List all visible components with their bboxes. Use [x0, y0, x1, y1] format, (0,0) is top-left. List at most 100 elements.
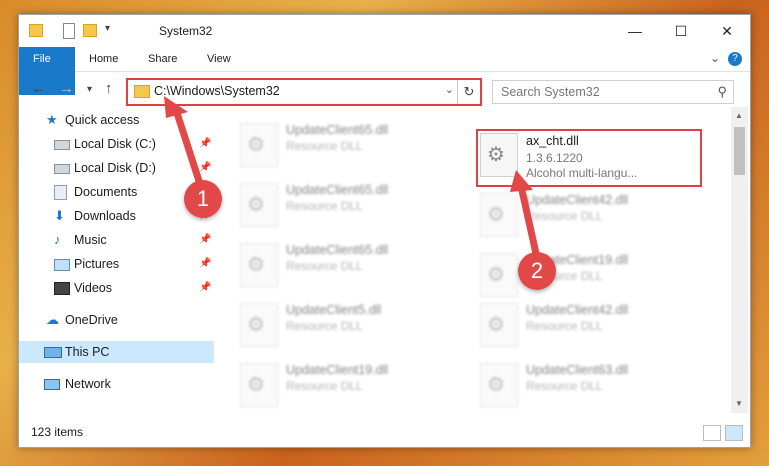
sidebar-item-label: Documents [74, 185, 138, 199]
sidebar-item-label: OneDrive [65, 313, 118, 327]
navigation-pane: ★ Quick access Local Disk (C:) 📌 Local D… [19, 107, 214, 409]
file-name: UpdateClient19.dll [286, 363, 389, 377]
star-icon: ★ [46, 112, 58, 127]
sidebar-item-network[interactable]: Network [19, 373, 214, 395]
folder-icon [29, 24, 43, 37]
file-item[interactable]: UpdateClient42.dll Resource DLL [480, 301, 700, 349]
address-bar[interactable]: C:\Windows\System32 ⌄ ↻ [126, 78, 482, 106]
pin-icon: 📌 [199, 138, 212, 149]
sidebar-item-label: Downloads [74, 209, 136, 223]
sidebar-item-label: Local Disk (D:) [74, 161, 156, 175]
scrollbar-thumb[interactable] [734, 127, 745, 175]
tab-home[interactable]: Home [75, 47, 132, 71]
file-item[interactable]: UpdateClient19.dll Resource DLL [240, 361, 460, 409]
sidebar-item-local-disk-c[interactable]: Local Disk (C:) 📌 [19, 133, 214, 155]
sidebar-item-label: Music [74, 233, 107, 247]
sidebar-item-local-disk-d[interactable]: Local Disk (D:) 📌 [19, 157, 214, 179]
file-item[interactable]: UpdateClient65.dll Resource DLL [240, 241, 460, 289]
sidebar-item-onedrive[interactable]: ☁ OneDrive [19, 309, 214, 331]
sidebar-item-label: Local Disk (C:) [74, 137, 156, 151]
file-type: Resource DLL [286, 319, 363, 333]
music-icon: ♪ [54, 232, 61, 247]
forward-arrow-icon[interactable]: → [59, 80, 74, 97]
explorer-window: ▾ System32 — ☐ ✕ File Home Share View ⌄ … [18, 14, 751, 448]
navigation-bar: ← → ▾ ↑ C:\Windows\System32 ⌄ ↻ ⚲ [19, 72, 750, 106]
file-type: Resource DLL [526, 379, 603, 393]
address-path[interactable]: C:\Windows\System32 [154, 84, 280, 98]
selected-file-highlight [476, 129, 702, 187]
search-input[interactable] [499, 84, 703, 100]
file-list: UpdateClient65.dll Resource DLL UpdateCl… [224, 107, 730, 407]
videos-icon [54, 282, 70, 295]
refresh-icon[interactable]: ↻ [457, 80, 480, 104]
vertical-scrollbar[interactable]: ▲ ▼ [731, 107, 748, 413]
pin-icon: 📌 [199, 162, 212, 173]
file-name: UpdateClient42.dll [526, 303, 629, 317]
sidebar-item-label: Network [65, 377, 111, 391]
address-dropdown-icon[interactable]: ⌄ [445, 83, 454, 96]
file-item[interactable]: UpdateClient65.dll Resource DLL [240, 121, 460, 169]
computer-icon [44, 347, 62, 358]
file-name: UpdateClient42.dll [526, 193, 629, 207]
file-type: Resource DLL [526, 319, 603, 333]
dll-file-icon [240, 303, 278, 347]
pictures-icon [54, 259, 70, 271]
scroll-up-icon[interactable]: ▲ [735, 111, 743, 120]
search-icon[interactable]: ⚲ [717, 84, 727, 100]
search-box[interactable]: ⚲ [492, 80, 734, 104]
tab-share[interactable]: Share [134, 47, 191, 71]
file-name: UpdateClient5.dll [286, 303, 382, 317]
sidebar-item-music[interactable]: ♪ Music 📌 [19, 229, 214, 251]
dll-file-icon [240, 243, 278, 287]
new-folder-icon[interactable] [83, 24, 97, 37]
drive-icon [54, 164, 70, 174]
close-button[interactable]: ✕ [704, 15, 750, 47]
dll-file-icon [480, 303, 518, 347]
sidebar-item-label: This PC [65, 345, 110, 359]
dll-file-icon [240, 183, 278, 227]
dll-file-icon [240, 363, 278, 407]
dll-file-icon [480, 253, 518, 297]
documents-icon [54, 185, 67, 200]
sidebar-item-quick-access[interactable]: ★ Quick access [19, 109, 214, 131]
item-count: 123 items [31, 425, 84, 439]
file-item[interactable]: UpdateClient19.dll Resource DLL [480, 251, 700, 299]
download-icon: ⬇ [54, 208, 65, 223]
expand-ribbon-icon[interactable]: ⌄ [710, 51, 720, 65]
sidebar-item-label: Pictures [74, 257, 120, 271]
file-type: Resource DLL [286, 199, 363, 213]
annotation-badge-2: 2 [518, 252, 556, 290]
pin-icon: 📌 [199, 282, 212, 293]
file-type: Resource DLL [286, 379, 363, 393]
large-icons-view-icon[interactable] [725, 425, 743, 441]
sidebar-item-pictures[interactable]: Pictures 📌 [19, 253, 214, 275]
file-type: Resource DLL [526, 209, 603, 223]
properties-icon[interactable] [63, 23, 75, 39]
network-icon [44, 379, 60, 390]
file-item[interactable]: UpdateClient5.dll Resource DLL [240, 301, 460, 349]
up-arrow-icon[interactable]: ↑ [105, 80, 113, 97]
scroll-down-icon[interactable]: ▼ [735, 399, 743, 408]
file-item[interactable]: UpdateClient42.dll Resource DLL [480, 191, 700, 239]
drive-icon [54, 140, 70, 150]
folder-icon [134, 85, 150, 98]
dll-file-icon [240, 123, 278, 167]
file-item[interactable]: UpdateClient63.dll Resource DLL [480, 361, 700, 409]
minimize-button[interactable]: — [612, 15, 658, 47]
file-type: Resource DLL [286, 259, 363, 273]
cloud-icon: ☁ [46, 312, 59, 327]
maximize-button[interactable]: ☐ [658, 15, 704, 47]
recent-locations-icon[interactable]: ▾ [87, 84, 92, 95]
help-icon[interactable]: ? [728, 52, 742, 66]
file-item[interactable]: UpdateClient65.dll Resource DLL [240, 181, 460, 229]
status-bar: 123 items [19, 419, 750, 447]
sidebar-item-videos[interactable]: Videos 📌 [19, 277, 214, 299]
customize-toolbar-icon[interactable]: ▾ [105, 23, 119, 37]
sidebar-item-this-pc[interactable]: This PC [19, 341, 214, 363]
file-name: UpdateClient65.dll [286, 183, 389, 197]
back-arrow-icon[interactable]: ← [31, 80, 46, 97]
tab-view[interactable]: View [193, 47, 245, 71]
details-view-icon[interactable] [703, 425, 721, 441]
ribbon-tabs: File Home Share View ⌄ ? [19, 47, 750, 95]
sidebar-item-downloads[interactable]: ⬇ Downloads 📌 [19, 205, 214, 227]
